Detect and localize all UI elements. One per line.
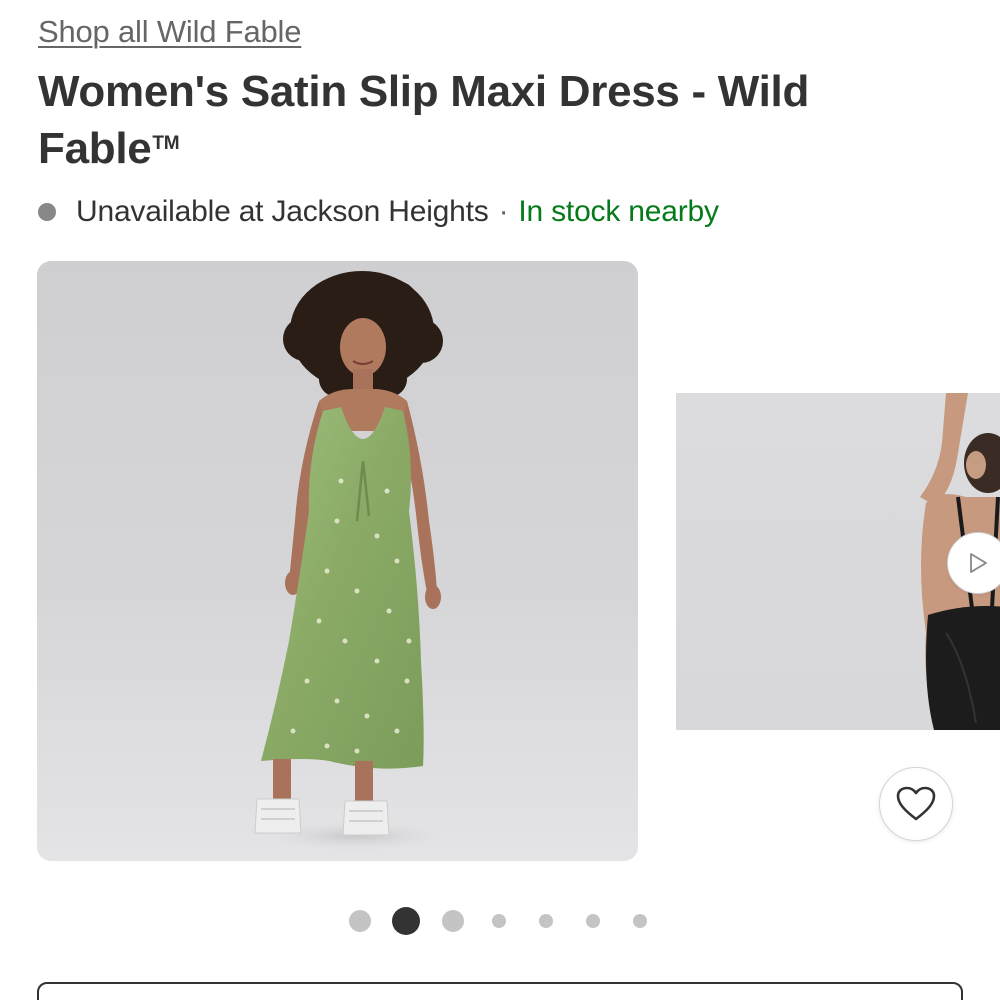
main-product-image[interactable] xyxy=(37,261,638,861)
shop-all-brand-link[interactable]: Shop all Wild Fable xyxy=(38,14,301,50)
availability-row: Unavailable at Jackson Heights · In stoc… xyxy=(38,194,719,230)
product-title-text: Women's Satin Slip Maxi Dress - Wild Fab… xyxy=(38,67,810,173)
availability-separator: · xyxy=(498,195,509,228)
store-availability-status: Unavailable at Jackson Heights xyxy=(76,195,489,228)
product-title: Women's Satin Slip Maxi Dress - Wild Fab… xyxy=(38,66,938,175)
product-page: Shop all Wild Fable Women's Satin Slip M… xyxy=(0,0,1000,1000)
add-to-favorites-button[interactable] xyxy=(879,767,953,841)
trademark-symbol: TM xyxy=(152,133,180,154)
play-icon xyxy=(970,553,987,573)
play-video-button[interactable] xyxy=(947,532,1000,594)
status-dot-icon xyxy=(38,203,56,221)
carousel-dot-active[interactable] xyxy=(392,907,420,935)
carousel-dot[interactable] xyxy=(349,910,371,932)
carousel-dot[interactable] xyxy=(539,914,553,928)
in-stock-nearby-link[interactable]: In stock nearby xyxy=(518,195,719,229)
model-green-dress-illustration xyxy=(254,271,445,850)
product-options-panel[interactable] xyxy=(37,982,963,1000)
heart-icon xyxy=(896,786,936,821)
carousel-dot[interactable] xyxy=(633,914,647,928)
image-carousel-pagination xyxy=(0,905,1000,937)
carousel-dot[interactable] xyxy=(492,914,506,928)
carousel-dot[interactable] xyxy=(442,910,464,932)
carousel-dot[interactable] xyxy=(586,914,600,928)
